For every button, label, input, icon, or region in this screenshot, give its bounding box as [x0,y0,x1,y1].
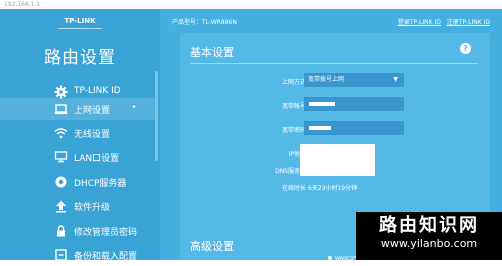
dhcp-server-icon [55,176,67,188]
online-duration-label: 在线时长 [281,185,306,192]
basic-settings-title: 基本设置 [190,46,234,59]
browser-address-bar[interactable]: 192.168.1.1 [0,0,502,9]
help-icon[interactable]: ? [460,43,471,54]
login-tp-link-id-link[interactable]: 登录TP-LINK ID [398,19,441,26]
sidebar-title: 路由设置 [44,48,116,68]
sidebar-item-label: 修改管理员密码 [74,228,138,238]
sidebar-scrollbar[interactable] [155,71,158,161]
register-tp-link-id-link[interactable]: 注册TP-LINK ID [447,19,490,26]
account-input[interactable] [304,97,404,111]
online-duration-value: 6天23小时19分钟 [308,185,358,192]
tp-link-logo: TP-LINK [0,17,160,29]
wan-type-label: 上网方式 [281,79,306,86]
sidebar-item-label: LAN口设置 [74,154,120,164]
caret-down-icon: ▼ [393,76,398,83]
sidebar-item-backup[interactable]: 备份和载入配置 [0,244,155,266]
sidebar-item-admin-password[interactable]: 修改管理员密码 [0,220,155,242]
wifi-icon [54,128,68,139]
gear-icon [54,85,68,99]
sidebar-item-label: 上网设置 [74,106,111,116]
sidebar-item-label: 软件升级 [74,203,111,213]
sidebar-item-internet[interactable]: 上网设置 ▸ [0,98,155,120]
watermark-title: 路由知识网 [379,215,479,236]
sidebar-item-label: 无线设置 [74,130,111,140]
chevron-right-icon: ▸ [133,103,137,110]
laptop-icon [54,104,68,115]
password-label: 宽带密码 [281,127,306,134]
header-links: 登录TP-LINK ID 注册TP-LINK ID [392,17,490,26]
masked-password [309,126,331,130]
redacted-account [309,102,335,106]
product-model: 产品型号：TL-WR886N [172,19,237,26]
sidebar-item-label: DHCP服务器 [74,179,127,189]
redacted-ip-dns [300,144,375,176]
wan-type-select[interactable]: 宽带拨号上网 ▼ [304,73,404,87]
watermark: 路由知识网 www.yilanbo.com [356,212,502,260]
password-input[interactable] [304,121,404,135]
sidebar-item-lan[interactable]: LAN口设置 [0,146,155,168]
upload-icon [56,200,66,213]
sidebar-item-dhcp[interactable]: DHCP服务器 [0,171,155,193]
divider [190,63,478,64]
sidebar: TP-LINK 路由设置 TP-LINK ID 上网设置 ▸ 无线设置 LAN口… [0,9,160,262]
advanced-settings-title: 高级设置 [190,240,234,253]
sidebar-item-label: TP-LINK ID [74,86,121,96]
lan-port-icon [54,151,68,163]
sidebar-item-label: 备份和载入配置 [74,252,138,262]
browser-address: 192.168.1.1 [4,1,41,8]
sidebar-item-upgrade[interactable]: 软件升级 [0,195,155,217]
watermark-url: www.yilanbo.com [380,237,478,250]
lock-icon [57,225,65,237]
sidebar-item-wireless[interactable]: 无线设置 [0,122,155,144]
status-dot-icon [328,256,332,260]
account-label: 宽带帐号 [281,103,306,110]
